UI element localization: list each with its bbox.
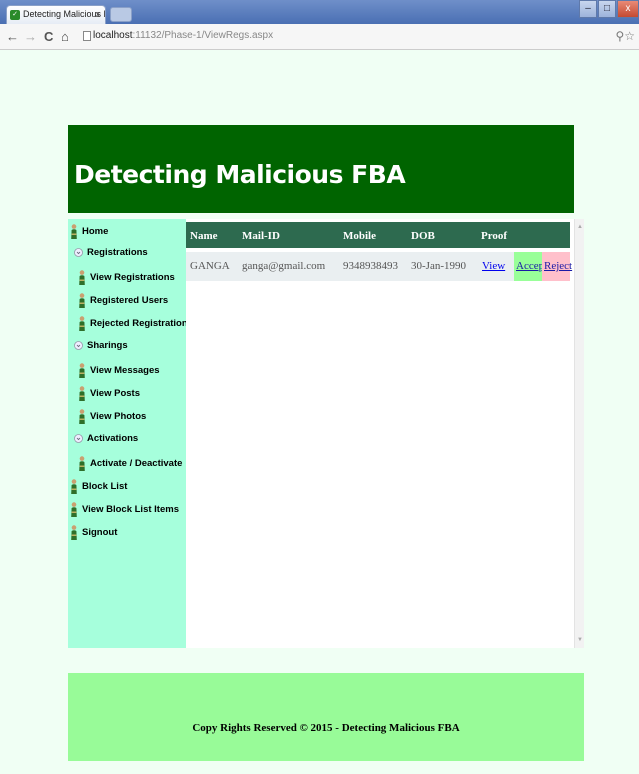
cell-mobile: 9348938493: [343, 260, 398, 272]
sidebar-item-view-messages[interactable]: View Messages: [78, 363, 160, 378]
person-icon: [78, 363, 86, 378]
zoom-star-icon[interactable]: ⚲☆: [615, 29, 635, 43]
person-icon: [78, 270, 86, 285]
expand-icon: [74, 434, 83, 443]
maximize-icon[interactable]: □: [598, 0, 616, 18]
sidebar-item-label: Home: [82, 226, 109, 237]
person-icon: [70, 479, 78, 494]
sidebar-item-label: View Posts: [90, 388, 140, 399]
sidebar-item-label: Registered Users: [90, 295, 169, 306]
sidebar-item-label: View Messages: [90, 365, 160, 376]
window-controls: – □ x: [578, 0, 639, 20]
sidebar-item-signout[interactable]: Signout: [70, 525, 117, 540]
tab-title: Detecting Malicious FBA: [23, 9, 105, 19]
back-arrow-icon[interactable]: ←: [6, 30, 19, 43]
person-icon: [70, 224, 78, 239]
close-window-icon[interactable]: x: [617, 0, 639, 18]
tab-close-icon[interactable]: x: [96, 9, 101, 19]
sidebar-item-block-list[interactable]: Block List: [70, 479, 127, 494]
sidebar-item-label: Registrations: [87, 247, 148, 258]
column-header-dob: DOB: [411, 230, 435, 242]
address-bar: ← → C ⌂ localhost:11132/Phase-1/ViewRegs…: [0, 24, 639, 50]
scroll-down-icon[interactable]: ▼: [577, 637, 583, 643]
sidebar-item-sharings[interactable]: Sharings: [74, 340, 128, 351]
cell-dob: 30-Jan-1990: [411, 260, 466, 272]
sidebar-item-label: View Block List Items: [82, 504, 179, 515]
sidebar-item-view-registrations[interactable]: View Registrations: [78, 270, 175, 285]
column-header-proof: Proof: [481, 230, 508, 242]
reject-cell: Reject: [542, 252, 572, 281]
sidebar-item-label: Activations: [87, 433, 139, 444]
sidebar-item-registered-users[interactable]: Registered Users: [78, 293, 168, 308]
site-header: Detecting Malicious FBA: [68, 125, 574, 213]
expand-icon: [74, 341, 83, 350]
sidebar-item-label: Block List: [82, 481, 128, 492]
person-icon: [78, 316, 86, 331]
table-row: GANGA ganga@gmail.com 9348938493 30-Jan-…: [186, 252, 570, 281]
new-tab-button[interactable]: [110, 7, 132, 22]
view-proof-link[interactable]: View: [482, 260, 505, 272]
browser-titlebar: ✓ Detecting Malicious FBA x – □ x: [0, 0, 639, 24]
person-icon: [78, 386, 86, 401]
expand-icon: [74, 248, 83, 257]
reject-button[interactable]: Reject: [544, 260, 572, 272]
cell-mail: ganga@gmail.com: [242, 260, 326, 272]
sidebar-item-label: Signout: [82, 527, 118, 538]
site-title: Detecting Malicious FBA: [74, 160, 406, 189]
sidebar-item-view-block-list-items[interactable]: View Block List Items: [70, 502, 179, 517]
sidebar-item-label: Sharings: [87, 340, 128, 351]
page-icon: [83, 31, 91, 41]
person-icon: [70, 502, 78, 517]
person-icon: [78, 293, 86, 308]
accept-cell: Accept: [514, 252, 547, 281]
sidebar-item-home[interactable]: Home: [70, 224, 108, 239]
sidebar-item-activate-deactivate[interactable]: Activate / Deactivate: [78, 456, 182, 471]
favicon-icon: ✓: [10, 10, 20, 20]
cell-name: GANGA: [190, 260, 230, 272]
reload-icon[interactable]: C: [44, 30, 53, 43]
sidebar-item-label: View Photos: [90, 411, 147, 422]
url-host: localhost: [93, 30, 133, 41]
sidebar-item-registrations[interactable]: Registrations: [74, 247, 148, 258]
sidebar-item-rejected-registrations[interactable]: Rejected Registrations: [78, 316, 193, 331]
person-icon: [78, 456, 86, 471]
url-path: :11132/Phase-1/ViewRegs.aspx: [132, 30, 274, 41]
content-scrollbar[interactable]: ▲ ▼: [574, 219, 584, 648]
cell-proof: View: [482, 260, 505, 272]
content-area: [186, 219, 574, 648]
browser-tab[interactable]: ✓ Detecting Malicious FBA x: [6, 5, 106, 24]
scroll-up-icon[interactable]: ▲: [577, 224, 583, 230]
person-icon: [70, 525, 78, 540]
sidebar-item-view-photos[interactable]: View Photos: [78, 409, 146, 424]
sidebar-item-label: Activate / Deactivate: [90, 458, 183, 469]
sidebar-item-label: Rejected Registrations: [90, 318, 193, 329]
home-icon[interactable]: ⌂: [61, 30, 69, 43]
person-icon: [78, 409, 86, 424]
sidebar-item-label: View Registrations: [90, 272, 175, 283]
copyright-text: Copy Rights Reserved © 2015 - Detecting …: [192, 722, 460, 734]
forward-arrow-icon[interactable]: →: [24, 30, 37, 43]
sidebar-item-view-posts[interactable]: View Posts: [78, 386, 140, 401]
column-header-mobile: Mobile: [343, 230, 376, 242]
minimize-icon[interactable]: –: [579, 0, 597, 18]
grid-header: Name Mail-ID Mobile DOB Proof: [186, 222, 570, 248]
sidebar-item-activations[interactable]: Activations: [74, 433, 138, 444]
column-header-mail: Mail-ID: [242, 230, 280, 242]
url-field[interactable]: localhost:11132/Phase-1/ViewRegs.aspx: [93, 30, 273, 41]
column-header-name: Name: [190, 230, 218, 242]
site-footer: Copy Rights Reserved © 2015 - Detecting …: [68, 673, 584, 761]
